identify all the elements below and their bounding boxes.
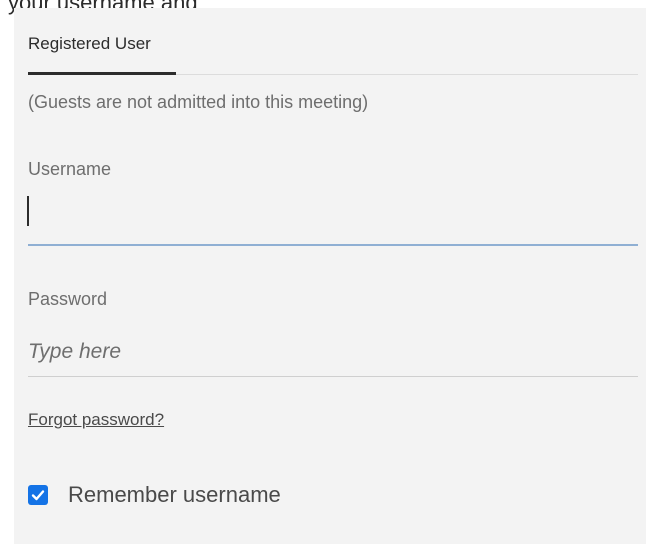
- guest-notice: (Guests are not admitted into this meeti…: [28, 92, 369, 112]
- checkbox-checked-icon[interactable]: [28, 485, 48, 505]
- tab-registered-user[interactable]: Registered User: [28, 34, 151, 54]
- login-panel: Registered User (Guests are not admitted…: [14, 8, 646, 544]
- login-page: your username and Registered User (Guest…: [0, 0, 649, 544]
- username-input[interactable]: [28, 194, 638, 246]
- password-label: Password: [28, 289, 108, 309]
- text-caret: [27, 196, 29, 226]
- remember-username-label: Remember username: [68, 482, 281, 507]
- active-tab-indicator: [28, 72, 176, 75]
- remember-username-control[interactable]: Remember username: [28, 482, 281, 508]
- forgot-password-link[interactable]: Forgot password?: [28, 410, 164, 430]
- username-label: Username: [28, 159, 112, 179]
- password-input[interactable]: [28, 328, 638, 377]
